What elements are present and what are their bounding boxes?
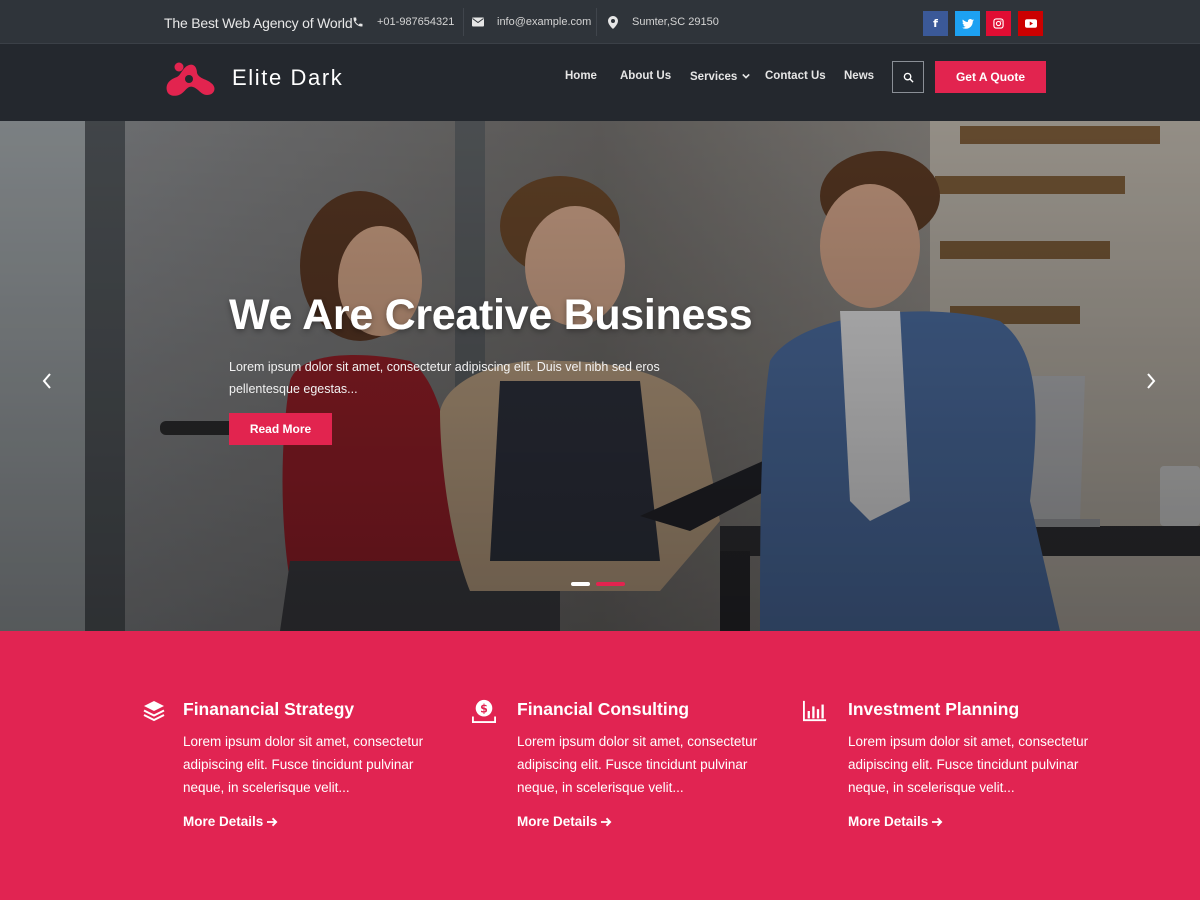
phone-contact[interactable]: +01-987654321 [351,0,454,44]
next-slide-button[interactable] [1140,370,1162,392]
top-bar: The Best Web Agency of World +01-9876543… [0,0,1200,44]
envelope-icon [471,15,485,29]
nav-contact-us[interactable]: Contact Us [765,70,826,82]
layers-icon [143,701,165,722]
chevron-left-icon [42,373,51,389]
address-contact: Sumter,SC 29150 [606,0,719,44]
address-text: Sumter,SC 29150 [632,16,719,28]
divider [596,8,597,36]
arrow-right-icon [932,815,943,830]
bar-chart-icon [803,700,827,722]
features-section: Finanancial Strategy Lorem ipsum dolor s… [0,631,1200,900]
hero-description: Lorem ipsum dolor sit amet, consectetur … [229,360,660,396]
feature-title: Investment Planning [848,699,1020,719]
nav-services[interactable]: Services [690,70,751,83]
instagram-icon[interactable] [986,11,1011,36]
chevron-right-icon [1147,373,1156,389]
phone-number: +01-987654321 [377,16,455,28]
brand-logo-icon[interactable] [163,57,219,97]
search-icon [903,72,914,83]
phone-icon [351,15,365,29]
twitter-icon[interactable] [955,11,980,36]
slide-dot-2[interactable] [596,582,625,586]
search-button[interactable] [892,61,924,93]
get-a-quote-button[interactable]: Get A Quote [935,61,1046,93]
youtube-icon[interactable] [1018,11,1043,36]
feature-description: Lorem ipsum dolor sit amet, consectetur … [848,734,1089,795]
more-details-link[interactable]: More Details [517,814,612,830]
nav-news[interactable]: News [844,70,874,82]
read-more-button[interactable]: Read More [229,413,332,445]
nav-about-us[interactable]: About Us [620,70,671,82]
email-contact[interactable]: info@example.com [471,0,591,44]
facebook-icon[interactable]: f [923,11,948,36]
chevron-down-icon [742,70,751,82]
brand-name[interactable]: Elite Dark [232,65,343,91]
site-header: Elite Dark Home About Us Services Contac… [0,44,1200,121]
tagline: The Best Web Agency of World [164,15,353,31]
hero-title: We Are Creative Business [229,291,753,339]
svg-text:$: $ [480,702,488,715]
more-details-label: More Details [517,814,598,829]
feature-description: Lorem ipsum dolor sit amet, consectetur … [183,734,424,795]
more-details-label: More Details [183,814,264,829]
more-details-link[interactable]: More Details [183,814,278,830]
arrow-right-icon [267,815,278,830]
map-pin-icon [606,15,620,29]
feature-title: Financial Consulting [517,699,690,719]
more-details-link[interactable]: More Details [848,814,943,830]
email-address: info@example.com [497,16,592,28]
nav-home[interactable]: Home [565,70,597,82]
prev-slide-button[interactable] [36,370,58,392]
divider [463,8,464,36]
slide-dot-1[interactable] [571,582,590,586]
more-details-label: More Details [848,814,929,829]
hero-slider: We Are Creative Business Lorem ipsum dol… [0,121,1200,631]
arrow-right-icon [601,815,612,830]
nav-services-label: Services [690,71,738,83]
feature-title: Finanancial Strategy [183,699,355,719]
dollar-hand-icon: $ [472,699,496,723]
feature-description: Lorem ipsum dolor sit amet, consectetur … [517,734,758,795]
